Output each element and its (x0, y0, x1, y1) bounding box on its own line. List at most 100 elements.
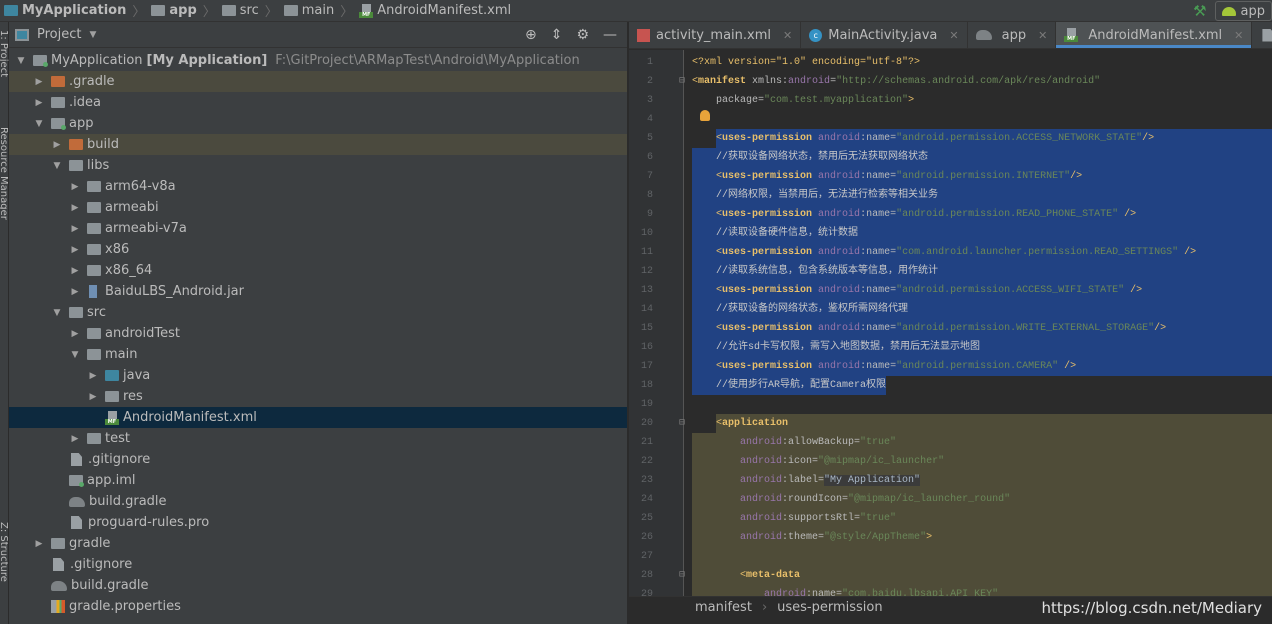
collapsed-arrow-icon[interactable]: ▶ (69, 287, 81, 297)
expanded-arrow-icon[interactable]: ▼ (69, 350, 81, 360)
collapsed-arrow-icon[interactable]: ▶ (69, 434, 81, 444)
tree-item[interactable]: build.gradle (9, 491, 627, 512)
collapsed-arrow-icon[interactable]: ▶ (69, 203, 81, 213)
code-token: android (788, 76, 831, 87)
collapsed-arrow-icon[interactable]: ▶ (69, 245, 81, 255)
tree-item[interactable]: ▶ build (9, 134, 627, 155)
collapsed-arrow-icon[interactable]: ▶ (87, 371, 99, 381)
tab-label: MainActivity.java (828, 27, 938, 43)
breadcrumb-manifest[interactable]: manifest (695, 600, 752, 615)
folder-icon (69, 307, 83, 318)
folder-icon (105, 391, 119, 402)
breadcrumb-src[interactable]: src (218, 3, 263, 18)
expanded-arrow-icon[interactable]: ▼ (15, 56, 27, 66)
collapsed-arrow-icon[interactable]: ▶ (51, 140, 63, 150)
collapsed-arrow-icon[interactable]: ▶ (69, 329, 81, 339)
tree-item[interactable]: ▼ src (9, 302, 627, 323)
tab-app[interactable]: app ✕ (968, 22, 1057, 48)
tool-window-project[interactable]: 1: Project (0, 30, 9, 77)
tab-mainactivity-java[interactable]: c MainActivity.java ✕ (801, 22, 968, 48)
tree-item[interactable]: ▼ main (9, 344, 627, 365)
tab-proguard-rules-pro[interactable]: proguard-rules.pro (1252, 22, 1272, 48)
jar-icon (89, 285, 97, 298)
breadcrumb-main[interactable]: main (280, 3, 338, 18)
code-line: 3 package="com.test.myapplication"> (629, 91, 1272, 110)
collapsed-arrow-icon[interactable]: ▶ (33, 77, 45, 87)
code-text: <?xml version="1.0" encoding="utf-8"?> (692, 53, 920, 72)
tree-item[interactable]: gradle.properties (9, 596, 627, 617)
project-view-select[interactable]: Project (37, 27, 81, 42)
close-icon[interactable]: ✕ (1038, 29, 1047, 42)
tab-activity-main-xml[interactable]: activity_main.xml ✕ (629, 22, 802, 48)
tree-item[interactable]: ▶ res (9, 386, 627, 407)
line-number: 18 (640, 380, 653, 391)
code-area[interactable]: 1 <?xml version="1.0" encoding="utf-8"?> 2… (629, 50, 1272, 596)
tool-window-structure[interactable]: Z: Structure (0, 522, 9, 582)
build-hammer-icon[interactable]: ⚒ (1193, 2, 1206, 20)
breadcrumb-uses-permission[interactable]: uses-permission (777, 600, 882, 615)
fold-marker-icon[interactable]: ⊟ (679, 414, 685, 433)
chevron-down-icon[interactable]: ▼ (89, 30, 96, 40)
fold-marker-icon[interactable]: ⊟ (679, 72, 685, 91)
close-icon[interactable]: ✕ (783, 29, 792, 42)
breadcrumb-app[interactable]: app (147, 3, 200, 18)
close-icon[interactable]: ✕ (949, 29, 958, 42)
minimize-icon[interactable]: — (603, 27, 617, 43)
tree-item-label: arm64-v8a (105, 179, 176, 194)
tree-item[interactable]: ▶ armeabi-v7a (9, 218, 627, 239)
line-number: 1 (646, 57, 653, 68)
collapsed-arrow-icon[interactable]: ▶ (69, 224, 81, 234)
class-icon: c (809, 28, 823, 42)
tree-item[interactable]: ▶ java (9, 365, 627, 386)
tree-item[interactable]: ▼ libs (9, 155, 627, 176)
tree-item[interactable]: ▶ armeabi (9, 197, 627, 218)
tree-item[interactable]: .gitignore (9, 554, 627, 575)
collapsed-arrow-icon[interactable]: ▶ (69, 182, 81, 192)
expanded-arrow-icon[interactable]: ▼ (51, 308, 63, 318)
fold-marker-icon[interactable]: ⊟ (679, 566, 685, 585)
line-number: 25 (640, 513, 653, 524)
code-token: /> (1070, 171, 1083, 182)
tree-item[interactable]: ▶ .idea (9, 92, 627, 113)
tree-item[interactable]: ▼ app (9, 113, 627, 134)
tree-item[interactable]: ▶ gradle (9, 533, 627, 554)
collapsed-arrow-icon[interactable]: ▶ (33, 98, 45, 108)
tree-item[interactable]: ▶ x86 (9, 239, 627, 260)
lightbulb-icon[interactable] (700, 110, 710, 121)
tree-item[interactable]: build.gradle (9, 575, 627, 596)
close-icon[interactable]: ✕ (1234, 29, 1243, 42)
code-token: "android.permission.READ_PHONE_STATE" (896, 209, 1125, 220)
tree-item-label: main (105, 347, 138, 362)
collapsed-arrow-icon[interactable]: ▶ (87, 392, 99, 402)
tree-item[interactable]: ▶ .gradle (9, 71, 627, 92)
tree-item[interactable]: AndroidManifest.xml (9, 407, 627, 428)
run-config-select[interactable]: app (1214, 1, 1272, 21)
tree-item[interactable]: .gitignore (9, 449, 627, 470)
collapsed-arrow-icon[interactable]: ▶ (33, 539, 45, 549)
code-token: "android.permission.WRITE_EXTERNAL_STORA… (896, 323, 1155, 334)
line-number: 12 (640, 266, 653, 277)
locate-icon[interactable]: ⊕ (525, 27, 537, 43)
collapsed-arrow-icon[interactable]: ▶ (69, 266, 81, 276)
code-token: android (740, 437, 783, 448)
tree-item[interactable]: ▶ arm64-v8a (9, 176, 627, 197)
tree-item[interactable]: ▶ x86_64 (9, 260, 627, 281)
tree-item[interactable]: ▶ BaiduLBS_Android.jar (9, 281, 627, 302)
expanded-arrow-icon[interactable]: ▼ (51, 161, 63, 171)
code-text: //使用步行AR导航，配置Camera权限 (692, 376, 887, 395)
tree-item[interactable]: ▶ androidTest (9, 323, 627, 344)
expanded-arrow-icon[interactable]: ▼ (33, 119, 45, 129)
tree-item[interactable]: ▶ test (9, 428, 627, 449)
breadcrumb-file[interactable]: AndroidManifest.xml (355, 3, 515, 18)
tool-window-resource-manager[interactable]: Resource Manager (0, 127, 9, 220)
code-text: android:allowBackup="true" (692, 433, 896, 452)
tree-item[interactable]: app.iml (9, 470, 627, 491)
tree-item[interactable]: ▼ MyApplication [My Application] F:\GitProj… (9, 50, 627, 71)
tree-item[interactable]: proguard-rules.pro (9, 512, 627, 533)
tab-androidmanifest-xml[interactable]: AndroidManifest.xml ✕ (1056, 22, 1253, 48)
gear-icon[interactable]: ⚙ (576, 27, 589, 43)
breadcrumb-project[interactable]: MyApplication (0, 3, 130, 18)
line-number: 15 (640, 323, 653, 334)
collapse-all-icon[interactable]: ⇕ (551, 27, 563, 43)
